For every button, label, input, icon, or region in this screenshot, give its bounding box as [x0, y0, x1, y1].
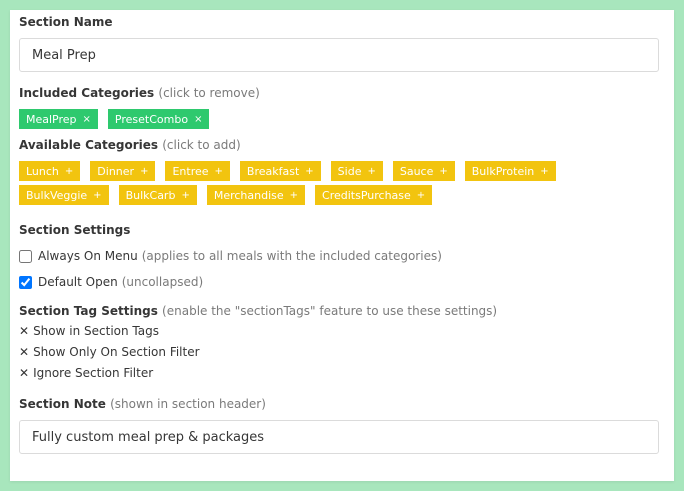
- always-on-menu-label: Always On Menu: [38, 249, 138, 263]
- available-tag-merchandise[interactable]: Merchandise +: [206, 185, 306, 205]
- section-settings-group: Section Settings Always On Menu (applies…: [19, 223, 659, 290]
- included-categories-title: Included Categories: [19, 86, 155, 100]
- available-tag-side[interactable]: Side +: [330, 161, 383, 181]
- tag-label: Merchandise: [213, 188, 284, 202]
- available-categories-group: Available Categories (click to add) Lunc…: [19, 138, 659, 209]
- section-note-hint: (shown in section header): [110, 397, 266, 411]
- disabled-x-icon: ✕: [19, 345, 30, 359]
- disabled-x-icon: ✕: [19, 324, 30, 338]
- included-tag-presetcombo[interactable]: PresetCombo ×: [107, 109, 210, 129]
- section-tag-setting-item: ✕ Ignore Section Filter: [19, 365, 659, 381]
- always-on-menu-hint: (applies to all meals with the included …: [141, 249, 442, 263]
- section-tag-setting-item: ✕ Show in Section Tags: [19, 323, 659, 339]
- add-icon: +: [416, 189, 426, 201]
- included-tags-list: MealPrep × PresetCombo ×: [19, 109, 659, 133]
- tag-label: Breakfast: [246, 164, 300, 178]
- tag-label: CreditsPurchase: [322, 188, 411, 202]
- add-icon: +: [64, 165, 74, 177]
- section-name-group: Section Name: [19, 15, 659, 72]
- available-tag-creditspurchase[interactable]: CreditsPurchase +: [315, 185, 433, 205]
- included-categories-hint: (click to remove): [158, 86, 260, 100]
- default-open-checkbox[interactable]: [19, 275, 32, 289]
- section-tag-setting-label: Ignore Section Filter: [33, 366, 154, 380]
- available-tag-entree[interactable]: Entree +: [165, 161, 230, 181]
- default-open-row: Default Open (uncollapsed): [19, 274, 659, 290]
- section-tag-setting-label: Show Only On Section Filter: [33, 345, 200, 359]
- always-on-menu-checkbox[interactable]: [19, 249, 32, 263]
- available-categories-title: Available Categories: [19, 138, 159, 152]
- available-categories-hint: (click to add): [162, 138, 241, 152]
- available-tag-sauce[interactable]: Sauce +: [392, 161, 455, 181]
- default-open-label: Default Open: [38, 275, 118, 289]
- remove-icon: ×: [82, 113, 91, 125]
- disabled-x-icon: ✕: [19, 366, 30, 380]
- tag-label: Entree: [172, 164, 209, 178]
- included-tag-mealprep[interactable]: MealPrep ×: [19, 109, 98, 129]
- included-categories-label: Included Categories (click to remove): [19, 86, 659, 100]
- add-icon: +: [289, 189, 299, 201]
- tag-label: PresetCombo: [114, 112, 189, 126]
- section-note-group: Section Note (shown in section header): [19, 397, 659, 454]
- tag-label: BulkVeggie: [26, 188, 88, 202]
- section-settings-panel: Section Name Included Categories (click …: [10, 10, 674, 481]
- included-categories-group: Included Categories (click to remove) Me…: [19, 86, 659, 133]
- section-tag-settings-group: Section Tag Settings (enable the "sectio…: [19, 304, 659, 381]
- available-tag-bulkprotein[interactable]: BulkProtein +: [464, 161, 556, 181]
- add-icon: +: [540, 165, 549, 177]
- tag-label: Side: [337, 164, 362, 178]
- section-tag-settings-title: Section Tag Settings: [19, 304, 158, 318]
- section-tag-setting-item: ✕ Show Only On Section Filter: [19, 344, 659, 360]
- tag-label: BulkProtein: [471, 164, 535, 178]
- tag-label: Lunch: [26, 164, 59, 178]
- section-note-label: Section Note (shown in section header): [19, 397, 659, 411]
- add-icon: +: [305, 165, 314, 177]
- add-icon: +: [181, 189, 190, 201]
- add-icon: +: [214, 165, 223, 177]
- always-on-menu-row: Always On Menu (applies to all meals wit…: [19, 248, 659, 264]
- add-icon: +: [439, 165, 448, 177]
- tag-label: Dinner: [97, 164, 135, 178]
- available-categories-label: Available Categories (click to add): [19, 138, 659, 152]
- section-note-title: Section Note: [19, 397, 106, 411]
- available-tag-breakfast[interactable]: Breakfast +: [239, 161, 321, 181]
- section-tag-settings-hint: (enable the "sectionTags" feature to use…: [162, 304, 498, 318]
- section-settings-label: Section Settings: [19, 223, 131, 237]
- add-icon: +: [140, 165, 149, 177]
- section-tag-settings-label: Section Tag Settings (enable the "sectio…: [19, 304, 659, 318]
- tag-label: Sauce: [399, 164, 434, 178]
- available-tag-bulkveggie[interactable]: BulkVeggie +: [19, 185, 109, 205]
- available-tag-dinner[interactable]: Dinner +: [90, 161, 156, 181]
- default-open-hint: (uncollapsed): [121, 275, 204, 289]
- section-note-input[interactable]: [19, 420, 659, 454]
- section-name-input[interactable]: [19, 38, 659, 72]
- remove-icon: ×: [194, 113, 203, 125]
- add-icon: +: [367, 165, 376, 177]
- add-icon: +: [93, 189, 102, 201]
- tag-label: MealPrep: [26, 112, 77, 126]
- available-tag-lunch[interactable]: Lunch +: [19, 161, 81, 181]
- available-tags-list: Lunch + Dinner + Entree + Breakfast + Side + Sauce…: [19, 161, 659, 209]
- section-tag-settings-list: ✕ Show in Section Tags ✕ Show Only On Secti…: [19, 323, 659, 381]
- section-tag-setting-label: Show in Section Tags: [33, 324, 159, 338]
- tag-label: BulkCarb: [125, 188, 176, 202]
- available-tag-bulkcarb[interactable]: BulkCarb +: [118, 185, 197, 205]
- section-name-label: Section Name: [19, 15, 113, 29]
